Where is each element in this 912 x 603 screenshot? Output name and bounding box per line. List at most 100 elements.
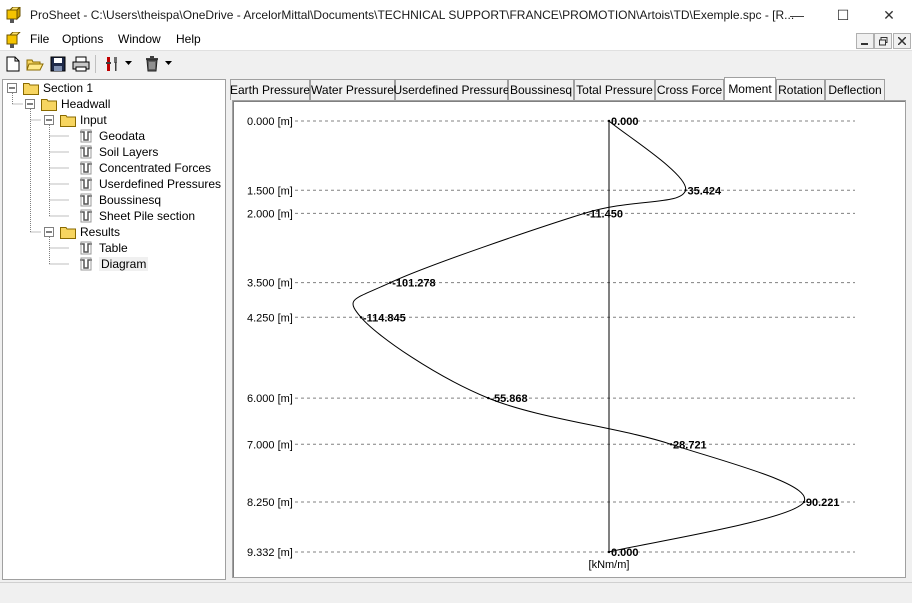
moment-value-label: 35.424 [688,185,723,197]
tree-item-sheet-pile-section[interactable]: Sheet Pile section [79,208,195,224]
depth-label: 0.000 [m] [247,116,293,128]
tools-dropdown-button[interactable] [104,55,134,73]
print-button[interactable] [72,55,90,73]
sheet-pile-icon [80,129,92,143]
child-restore-button[interactable] [874,33,892,49]
tree-label-sheet-pile-section: Sheet Pile section [99,209,196,223]
tree-label-headwall: Headwall [61,97,111,111]
depth-label: 7.000 [m] [247,439,293,451]
tree-node-results[interactable]: Results [44,224,120,240]
toolbar [0,51,912,77]
menu-options[interactable]: Options [62,32,103,46]
folder-icon [23,83,39,95]
tree-label-diagram: Diagram [99,257,149,271]
sheet-pile-icon [80,241,92,255]
tree-item-geodata[interactable]: Geodata [79,128,145,144]
printer-icon [72,56,90,72]
moment-value-label: 0.000 [611,547,639,559]
tab-deflection[interactable]: Deflection [825,79,885,100]
tree-item-diagram[interactable]: Diagram [79,256,149,272]
moment-point [389,281,392,284]
tab-rotation[interactable]: Rotation [776,79,825,100]
open-button[interactable] [26,55,44,73]
tab-cross-force[interactable]: Cross Force [655,79,724,100]
menu-bar: File Options Window Help [0,30,912,51]
delete-dropdown-button[interactable] [142,55,176,73]
tree-label-table: Table [99,241,128,255]
close-button[interactable]: ✕ [866,0,912,30]
new-button[interactable] [4,55,22,73]
depth-label: 3.500 [m] [247,278,293,290]
folder-icon [60,115,76,127]
tab-earth-pressure[interactable]: Earth Pressure [230,79,310,100]
collapse-icon[interactable] [44,227,54,237]
document-app-icon[interactable] [6,32,22,48]
tree-label-boussinesq: Boussinesq [99,193,162,207]
tree-item-userdefined-pressures[interactable]: Userdefined Pressures [79,176,221,192]
status-bar [0,582,912,603]
moment-curve [352,120,806,553]
unit-label: [kNm/m] [589,559,630,571]
toolbar-separator [95,55,96,73]
collapse-icon[interactable] [7,83,17,93]
moment-value-label: -55.868 [490,393,527,405]
tree-label-geodata: Geodata [99,129,146,143]
collapse-icon[interactable] [25,99,35,109]
open-folder-icon [26,59,44,71]
tree-node-headwall[interactable]: Headwall [25,96,110,112]
tree-item-soil-layers[interactable]: Soil Layers [79,144,158,160]
child-close-button[interactable] [893,33,911,49]
tree-item-concentrated-forces[interactable]: Concentrated Forces [79,160,211,176]
depth-label: 9.332 [m] [247,547,293,559]
depth-label: 4.250 [m] [247,312,293,324]
depth-label: 2.000 [m] [247,208,293,220]
tree-item-boussinesq[interactable]: Boussinesq [79,192,161,208]
tree-node-input[interactable]: Input [44,112,107,128]
minimize-icon: — [790,7,804,23]
minimize-icon [861,43,868,45]
menu-window[interactable]: Window [118,32,161,46]
moment-point [359,316,363,319]
sheet-pile-icon [80,177,92,191]
moment-point [607,119,611,123]
save-button[interactable] [49,55,67,73]
tree-label-section: Section 1 [43,81,94,95]
tree-label-concentrated-forces: Concentrated Forces [99,161,212,175]
sheet-pile-icon [80,145,92,159]
chevron-down-icon [125,61,132,65]
sheet-pile-icon [80,193,92,207]
depth-label: 1.500 [m] [247,185,293,197]
moment-point [669,443,673,446]
tree-node-section[interactable]: Section 1 [7,80,93,96]
menu-file[interactable]: File [30,32,49,46]
moment-point [583,212,586,215]
project-tree[interactable]: Section 1 Headwall Input Geodata Soil La… [2,79,226,580]
depth-label: 6.000 [m] [247,393,293,405]
trash-icon [146,56,158,72]
title-bar: ProSheet - C:\Users\theispa\OneDrive - A… [0,0,912,30]
window-title: ProSheet - C:\Users\theispa\OneDrive - A… [30,8,795,22]
moment-value-label: 90.221 [806,497,840,509]
tab-moment[interactable]: Moment [724,77,776,100]
child-minimize-button[interactable] [856,33,874,49]
tree-label-input: Input [80,113,107,127]
tab-total-pressure[interactable]: Total Pressure [574,79,655,100]
tab-boussinesq[interactable]: Boussinesq [508,79,574,100]
close-icon: ✕ [883,6,895,23]
sheet-pile-icon [80,209,92,223]
tab-userdefined-pressure[interactable]: Userdefined Pressure [393,79,510,100]
moment-point [802,500,806,504]
moment-value-label: 0.000 [611,116,639,128]
sheet-pile-icon [80,257,92,271]
maximize-button[interactable]: ☐ [820,0,866,30]
new-file-icon [6,56,20,72]
collapse-icon[interactable] [44,115,54,125]
moment-value-label: 28.721 [673,439,707,451]
close-icon [898,37,906,45]
chevron-down-icon [165,61,172,65]
minimize-button[interactable]: — [774,0,820,30]
tree-item-table[interactable]: Table [79,240,128,256]
tab-water-pressure[interactable]: Water Pressure [310,79,395,100]
folder-icon [60,227,76,239]
menu-help[interactable]: Help [176,32,201,46]
